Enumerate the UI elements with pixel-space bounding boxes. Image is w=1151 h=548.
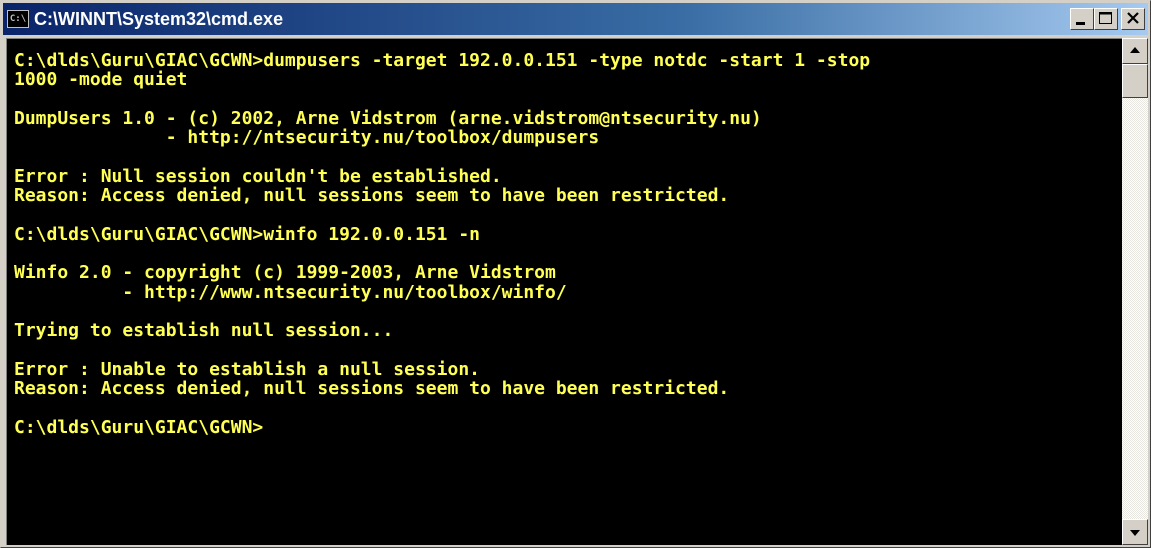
console-line: 1000 -mode quiet bbox=[14, 69, 188, 91]
console-line: Reason: Access denied, null sessions see… bbox=[14, 185, 730, 207]
window-title: C:\WINNT\System32\cmd.exe bbox=[34, 8, 284, 29]
maximize-button[interactable] bbox=[1094, 8, 1118, 30]
console-line: C:\dlds\Guru\GIAC\GCWN>winfo 192.0.0.151… bbox=[14, 223, 480, 245]
close-button[interactable] bbox=[1121, 8, 1145, 30]
console-line: - http://www.ntsecurity.nu/toolbox/winfo… bbox=[14, 281, 567, 303]
cmd-window: C:\ C:\WINNT\System32\cmd.exe C:\dlds\Gu… bbox=[0, 0, 1151, 548]
scroll-down-arrow-icon bbox=[1130, 530, 1140, 536]
console-line: Trying to establish null session... bbox=[14, 320, 394, 342]
scroll-up-button[interactable] bbox=[1122, 38, 1148, 64]
window-controls bbox=[1070, 8, 1145, 30]
scrollbar-thumb[interactable] bbox=[1122, 64, 1148, 98]
scroll-up-arrow-icon bbox=[1130, 47, 1140, 53]
console-line: Winfo 2.0 - copyright (c) 1999-2003, Arn… bbox=[14, 262, 556, 284]
console-line: Error : Null session couldn't be establi… bbox=[14, 165, 502, 187]
minimize-button[interactable] bbox=[1070, 8, 1094, 30]
cmd-window-icon[interactable]: C:\ bbox=[7, 10, 29, 28]
console-output[interactable]: C:\dlds\Guru\GIAC\GCWN>dumpusers -target… bbox=[6, 38, 1122, 545]
close-icon bbox=[1127, 12, 1139, 24]
vertical-scrollbar[interactable] bbox=[1122, 38, 1148, 545]
scroll-down-button[interactable] bbox=[1122, 519, 1148, 545]
console-line: DumpUsers 1.0 - (c) 2002, Arne Vidstrom … bbox=[14, 107, 762, 129]
console-line: C:\dlds\Guru\GIAC\GCWN>dumpusers -target… bbox=[14, 50, 871, 71]
console-line: C:\dlds\Guru\GIAC\GCWN> bbox=[14, 416, 264, 438]
console-line: Reason: Access denied, null sessions see… bbox=[14, 378, 730, 400]
console-text: C:\dlds\Guru\GIAC\GCWN>dumpusers -target… bbox=[14, 51, 870, 437]
console-line: Error : Unable to establish a null sessi… bbox=[14, 358, 480, 380]
title-bar[interactable]: C:\ C:\WINNT\System32\cmd.exe bbox=[3, 3, 1148, 35]
minimize-icon bbox=[1076, 22, 1085, 25]
console-line: - http://ntsecurity.nu/toolbox/dumpusers bbox=[14, 127, 600, 149]
maximize-icon bbox=[1099, 12, 1112, 24]
